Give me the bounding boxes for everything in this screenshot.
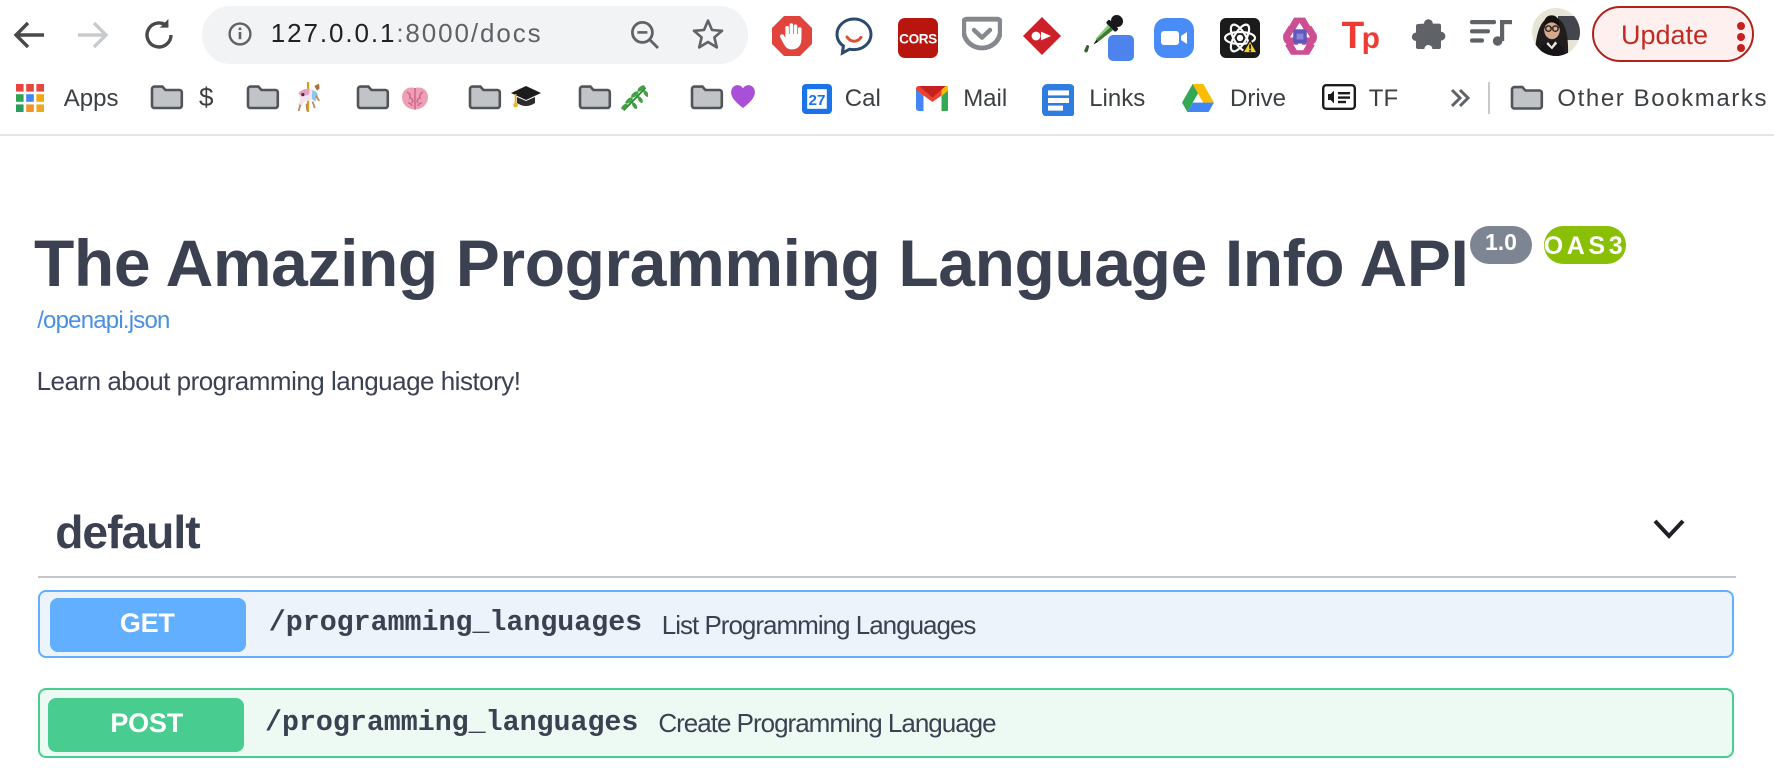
svg-text:p: p	[1362, 22, 1380, 55]
svg-text:27: 27	[808, 92, 825, 109]
svg-text:CORS: CORS	[900, 31, 938, 46]
